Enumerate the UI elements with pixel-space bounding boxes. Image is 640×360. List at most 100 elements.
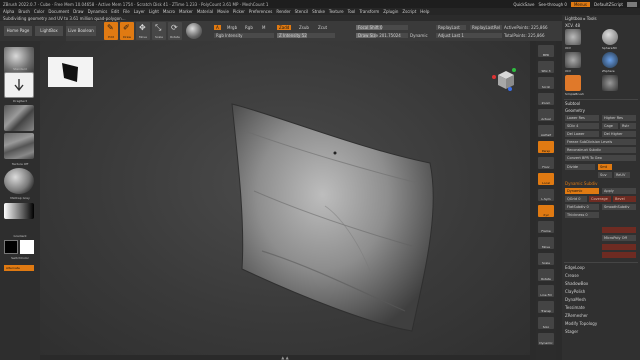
tool-thumb-xcv2[interactable] — [565, 52, 581, 68]
menu-brush[interactable]: Brush — [18, 9, 30, 14]
rstr-button[interactable]: Rstr — [620, 123, 636, 129]
replay-last-button[interactable]: ReplayLast — [436, 25, 466, 30]
menu-stroke[interactable]: Stroke — [312, 9, 325, 14]
apply-button[interactable]: Apply — [602, 188, 636, 194]
menu-macro[interactable]: Macro — [163, 9, 175, 14]
freeze-subdivision-button[interactable]: Freeze SubDivision Levels — [565, 139, 636, 145]
menu-render[interactable]: Render — [276, 9, 290, 14]
primary-color-swatch[interactable] — [20, 240, 34, 254]
shelf-button-bpr[interactable]: BPR — [538, 45, 554, 57]
alpha-thumbnail[interactable] — [4, 105, 34, 131]
thickness-slider[interactable]: Thickness 0 — [565, 212, 599, 218]
tool-header[interactable]: Lightbox ▸ Tools — [565, 16, 597, 21]
menu-zplugin[interactable]: Zplugin — [383, 9, 398, 14]
rgb-intensity-slider[interactable]: Rgb Intensity — [214, 33, 274, 38]
move-tool-button[interactable]: ✥ Move — [136, 22, 150, 40]
dynamic-toggle[interactable]: Dynamic — [410, 33, 428, 38]
bevel-slider[interactable]: Bevel — [613, 196, 636, 202]
shelf-button-floor[interactable]: Floor — [538, 157, 554, 169]
menu-zscript[interactable]: Zscript — [402, 9, 416, 14]
tool-thumb-xcv[interactable] — [565, 29, 581, 45]
focal-shift-slider[interactable]: Focal Shift 0 — [356, 25, 408, 30]
shelf-button-scale[interactable]: Scale — [538, 253, 554, 265]
mode-m[interactable]: M — [262, 25, 265, 30]
shelf-button-spix-3[interactable]: SPix 3 — [538, 61, 554, 73]
menu-draw[interactable]: Draw — [73, 9, 83, 14]
menu-picker[interactable]: Picker — [233, 9, 245, 14]
shelf-button-move[interactable]: Move — [538, 237, 554, 249]
alternate-button[interactable]: Alternate — [4, 265, 34, 271]
mode-rgb[interactable]: Rgb — [245, 25, 253, 30]
menus-button[interactable]: Menus — [570, 1, 591, 7]
flat-subdiv-slider[interactable]: FlatSubdiv 0 — [565, 204, 599, 210]
mode-zadd[interactable]: Zadd — [277, 25, 292, 30]
coverage-slider[interactable]: Coverage — [589, 196, 611, 202]
shelf-button-xyz[interactable]: Xyz — [538, 205, 554, 217]
tool-thumb-cylinder[interactable] — [602, 75, 618, 91]
mode-zsub[interactable]: Zsub — [299, 25, 309, 30]
micropoly-slider[interactable] — [602, 244, 636, 250]
canvas-viewport[interactable] — [40, 41, 530, 356]
shelf-button-line-fill[interactable]: Line Fill — [538, 285, 554, 297]
shadowbox-section[interactable]: ShadowBox — [565, 281, 588, 286]
tessimate-section[interactable]: Tessimate — [565, 305, 585, 310]
shelf-button-frame[interactable]: Frame — [538, 221, 554, 233]
cage-button[interactable]: Cage — [602, 123, 618, 129]
shelf-button-persp[interactable]: Persp — [538, 141, 554, 153]
menu-layer[interactable]: Layer — [134, 9, 145, 14]
lightbox-button[interactable]: LightBox — [35, 26, 63, 36]
tool-thumb-zsphere[interactable] — [602, 52, 618, 68]
reconstruct-subdiv-button[interactable]: Reconstruct Subdiv — [565, 147, 636, 153]
claypolish-section[interactable]: ClayPolish — [565, 289, 585, 294]
navigator-thumbnail[interactable] — [48, 57, 93, 87]
material-thumbnail[interactable] — [4, 168, 34, 194]
see-through-slider[interactable]: See-through 0 — [539, 2, 567, 7]
dynamic-subdiv-section[interactable]: Dynamic Subdiv — [565, 181, 598, 186]
menu-material[interactable]: Material — [197, 9, 213, 14]
suv-toggle[interactable]: Suv — [598, 172, 612, 178]
secondary-color-swatch[interactable] — [4, 240, 18, 254]
mode-mrgb[interactable]: Mrgb — [227, 25, 237, 30]
lower-res-button[interactable]: Lower Res — [565, 115, 599, 121]
mode-zcut[interactable]: Zcut — [318, 25, 327, 30]
shelf-button-l-sym[interactable]: L.Sym — [538, 189, 554, 201]
shelf-button-rotate[interactable]: Rotate — [538, 269, 554, 281]
rotate-tool-button[interactable]: ⟳ Rotate — [168, 22, 182, 40]
menu-help[interactable]: Help — [420, 9, 429, 14]
z-intensity-slider[interactable]: Z Intensity 52 — [277, 33, 335, 38]
view-cube-gizmo[interactable] — [490, 65, 518, 93]
del-lower-button[interactable]: Del Lower — [565, 131, 599, 137]
sdiv-slider[interactable]: SDiv 4 — [565, 123, 599, 129]
subtool-section[interactable]: Subtool — [565, 101, 580, 106]
shelf-button-dynamic[interactable]: Dynamic — [538, 333, 554, 345]
default-script-button[interactable]: DefaultZScript — [594, 2, 623, 7]
tool-thumb-sphere3d[interactable] — [602, 29, 618, 45]
menu-movie[interactable]: Movie — [217, 9, 229, 14]
sphere-preview-icon[interactable] — [186, 23, 202, 39]
geometry-section[interactable]: Geometry — [565, 108, 585, 113]
mode-a[interactable]: A — [214, 25, 221, 30]
modify-topology-section[interactable]: Modify Topology — [565, 321, 597, 326]
dynamic-button[interactable]: Dynamic — [565, 188, 599, 194]
menu-marker[interactable]: Marker — [179, 9, 193, 14]
shelf-button-local[interactable]: Local — [538, 173, 554, 185]
crease-section[interactable]: Crease — [565, 273, 579, 278]
color-picker[interactable] — [4, 203, 34, 219]
shelf-button-solo[interactable]: Solo — [538, 317, 554, 329]
shelf-button-zoom[interactable]: Zoom — [538, 93, 554, 105]
zremesher-section[interactable]: ZRemesher — [565, 313, 588, 318]
dynamesh-section[interactable]: DynaMesh — [565, 297, 586, 302]
menu-stencil[interactable]: Stencil — [295, 9, 309, 14]
edit-tool-button[interactable]: ✎ Edit — [104, 22, 118, 40]
reuv-toggle[interactable]: ReUV — [614, 172, 630, 178]
replay-last-rel-button[interactable]: ReplayLastRel — [470, 25, 502, 30]
smt-toggle[interactable]: Smt — [598, 164, 612, 170]
texture-thumbnail[interactable] — [4, 133, 34, 159]
switch-color-label[interactable]: SwitchColor — [0, 256, 40, 260]
menu-texture[interactable]: Texture — [329, 9, 344, 14]
draw-tool-button[interactable]: ✐ Draw — [120, 22, 134, 40]
menu-dynamics[interactable]: Dynamics — [88, 9, 108, 14]
shelf-button-actual[interactable]: Actual — [538, 109, 554, 121]
del-higher-button[interactable]: Del Higher — [602, 131, 636, 137]
adjust-last-slider[interactable]: Adjust Last 1 — [436, 33, 502, 38]
